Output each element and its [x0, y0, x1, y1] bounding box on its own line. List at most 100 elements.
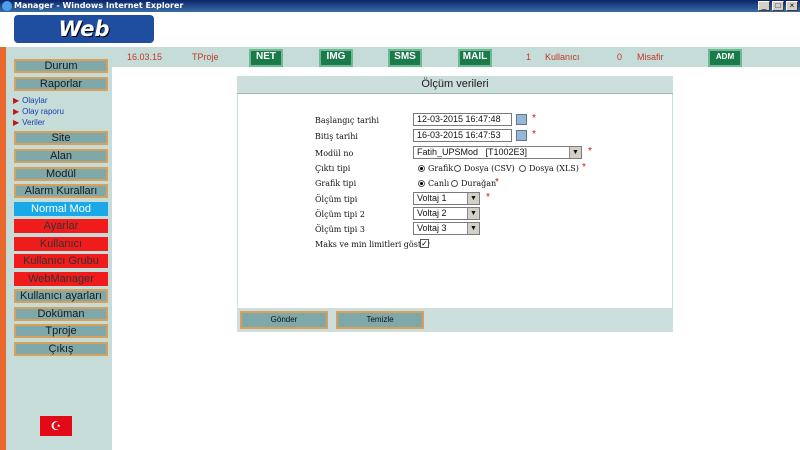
- img-button[interactable]: IMG: [319, 49, 353, 67]
- measure-type-2-label: Ölçüm tipi 2: [315, 210, 365, 219]
- mail-button[interactable]: MAIL: [458, 49, 492, 67]
- window-controls: _ □ ×: [758, 1, 798, 11]
- radio-icon: [519, 165, 526, 172]
- measurement-form-panel: Ölçüm verileri Başlangıç tarihi 12-03-20…: [237, 76, 673, 332]
- radio-label: Canlı: [428, 179, 450, 188]
- sidebar-item-kullanici-grubu[interactable]: Kullanıcı Grubu: [14, 254, 108, 268]
- sidebar-item-kullanici-ayarlari[interactable]: Kullanıcı ayarları: [14, 289, 108, 303]
- sidebar-item-modul[interactable]: Modül: [14, 167, 108, 181]
- guests-count: 0: [617, 52, 623, 62]
- select-value: Voltaj 3: [417, 223, 447, 233]
- start-date-input[interactable]: 12-03-2015 16:47:48: [413, 113, 512, 126]
- sidebar-item-ayarlar[interactable]: Ayarlar: [14, 219, 108, 233]
- required-mark: *: [582, 162, 586, 173]
- radio-label: Dosya (CSV): [464, 164, 515, 173]
- status-bar: 16.03.15 TProje NET IMG SMS MAIL 1 Kulla…: [112, 47, 800, 67]
- graph-duragan-radio[interactable]: Durağan: [451, 179, 496, 188]
- sidebar-item-site[interactable]: Site: [14, 131, 108, 145]
- arrow-right-icon: ▶: [13, 96, 20, 105]
- users-count: 1: [526, 52, 532, 62]
- radio-label: Grafik: [428, 164, 454, 173]
- measure-type-1-select[interactable]: Voltaj 1 ▼: [413, 192, 480, 205]
- measure-type-3-select[interactable]: Voltaj 3 ▼: [413, 222, 480, 235]
- sidebar-item-tproje[interactable]: Tproje: [14, 324, 108, 338]
- calendar-icon[interactable]: [516, 114, 527, 125]
- close-button[interactable]: ×: [786, 1, 798, 11]
- output-csv-radio[interactable]: Dosya (CSV): [454, 164, 515, 173]
- maximize-button[interactable]: □: [772, 1, 784, 11]
- select-value: Voltaj 2: [417, 208, 447, 218]
- form-body: Başlangıç tarihi 12-03-2015 16:47:48 * B…: [237, 94, 673, 308]
- chevron-down-icon: ▼: [467, 193, 479, 204]
- measure-type-1-label: Ölçüm tipi: [315, 195, 358, 204]
- sublink-label: Olaylar: [22, 96, 48, 105]
- radio-selected-icon: [418, 165, 425, 172]
- required-mark: *: [486, 192, 490, 203]
- sublink-olaylar[interactable]: ▶ Olaylar: [13, 96, 48, 105]
- calendar-icon[interactable]: [516, 130, 527, 141]
- chevron-down-icon: ▼: [569, 147, 581, 158]
- sidebar-item-webmanager[interactable]: WebManager: [14, 272, 108, 286]
- radio-icon: [454, 165, 461, 172]
- arrow-right-icon: ▶: [13, 118, 20, 127]
- sms-button[interactable]: SMS: [388, 49, 422, 67]
- module-select-value: Fatih_UPSMod [T1002E3]: [417, 147, 528, 157]
- sidebar-item-kullanici[interactable]: Kullanıcı: [14, 237, 108, 251]
- sublink-label: Veriler: [22, 118, 45, 127]
- arrow-right-icon: ▶: [13, 107, 20, 116]
- project-text: TProje: [192, 52, 219, 62]
- web-manager-logo: Web Manager: [14, 15, 154, 69]
- sidebar-item-raporlar[interactable]: Raporlar: [14, 77, 108, 91]
- app-header: Web Manager: [0, 12, 800, 69]
- graph-type-label: Grafik tipi: [315, 179, 357, 188]
- required-mark: *: [532, 113, 536, 124]
- output-grafik-radio[interactable]: Grafik: [418, 164, 453, 173]
- module-label: Modül no: [315, 149, 354, 158]
- select-value: Voltaj 1: [417, 193, 447, 203]
- sublink-label: Olay raporu: [22, 107, 64, 116]
- main-content: Ölçüm verileri Başlangıç tarihi 12-03-20…: [112, 67, 800, 450]
- minimize-button[interactable]: _: [758, 1, 770, 11]
- guests-label: Misafir: [637, 52, 664, 62]
- required-mark: *: [495, 177, 499, 188]
- net-button[interactable]: NET: [249, 49, 283, 67]
- end-date-input[interactable]: 16-03-2015 16:47:53: [413, 129, 512, 142]
- panel-title: Ölçüm verileri: [237, 76, 673, 94]
- clear-button[interactable]: Temizle: [336, 311, 424, 329]
- limits-label: Maks ve min limitleri göster: [315, 240, 430, 249]
- radio-selected-icon: [418, 180, 425, 187]
- sidebar-item-durum[interactable]: Durum: [14, 59, 108, 73]
- radio-label: Durağan: [461, 179, 497, 188]
- send-button[interactable]: Gönder: [240, 311, 328, 329]
- sidebar-item-cikis[interactable]: Çıkış: [14, 342, 108, 356]
- required-mark: *: [532, 129, 536, 140]
- radio-label: Dosya (XLS): [529, 164, 579, 173]
- required-mark: *: [588, 146, 592, 157]
- users-label: Kullanıcı: [545, 52, 580, 62]
- measure-type-3-label: Ölçüm tipi 3: [315, 225, 365, 234]
- sidebar-item-alarm-kurallari[interactable]: Alarm Kuralları: [14, 184, 108, 198]
- window-titlebar: Manager - Windows Internet Explorer _ □ …: [0, 0, 800, 12]
- date-text: 16.03.15: [127, 52, 163, 62]
- turkey-flag-icon[interactable]: ☪: [40, 416, 72, 436]
- chevron-down-icon: ▼: [467, 208, 479, 219]
- output-type-label: Çıktı tipi: [315, 164, 351, 173]
- sublink-veriler[interactable]: ▶ Veriler: [13, 118, 45, 127]
- sidebar: Durum Raporlar ▶ Olaylar ▶ Olay raporu ▶ Ve…: [6, 47, 112, 450]
- module-select[interactable]: Fatih_UPSMod [T1002E3] ▼: [413, 146, 582, 159]
- limits-checkbox[interactable]: ✓: [420, 239, 429, 248]
- adm-button[interactable]: ADM: [708, 49, 742, 67]
- form-footer: Gönder Temizle: [237, 308, 673, 332]
- sidebar-item-alan[interactable]: Alan: [14, 149, 108, 163]
- sublink-olay-raporu[interactable]: ▶ Olay raporu: [13, 107, 64, 116]
- sidebar-item-normal-mod[interactable]: Normal Mod: [14, 202, 108, 216]
- end-date-label: Bitiş tarihi: [315, 132, 358, 141]
- start-date-label: Başlangıç tarihi: [315, 116, 380, 125]
- measure-type-2-select[interactable]: Voltaj 2 ▼: [413, 207, 480, 220]
- radio-icon: [451, 180, 458, 187]
- graph-canli-radio[interactable]: Canlı: [418, 179, 449, 188]
- ie-icon: [2, 1, 12, 11]
- sidebar-item-dokuman[interactable]: Doküman: [14, 307, 108, 321]
- output-xls-radio[interactable]: Dosya (XLS): [519, 164, 579, 173]
- window-title: Manager - Windows Internet Explorer: [14, 1, 184, 10]
